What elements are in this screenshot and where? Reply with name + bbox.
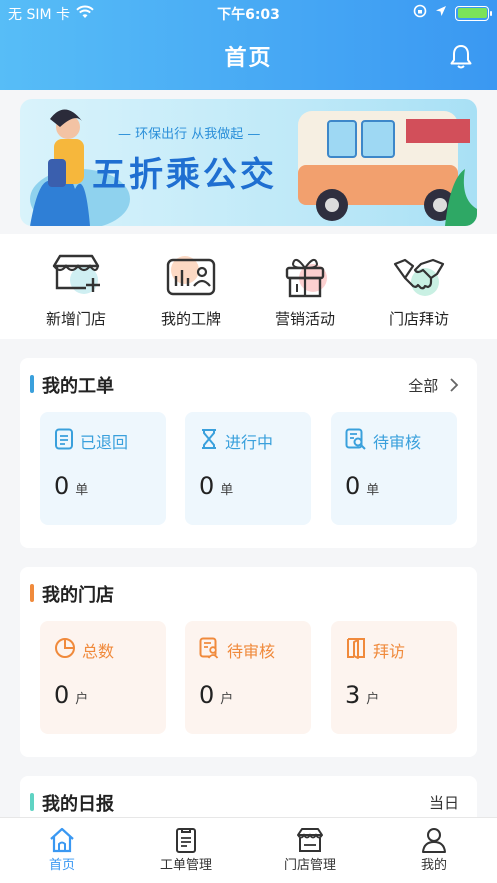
tab-label: 首页 <box>48 858 75 873</box>
tile-unit: 户 <box>220 692 234 707</box>
badge-icon <box>163 252 219 300</box>
tile-value: 0 <box>199 681 215 709</box>
tile-unit: 单 <box>220 483 234 498</box>
tile-label: 拜访 <box>373 642 406 661</box>
quick-action-label: 新增门店 <box>45 310 106 328</box>
tile-label: 进行中 <box>225 433 274 452</box>
tab-bar: 首页 工单管理 门店管理 我的 <box>0 817 497 883</box>
battery-icon <box>455 5 492 21</box>
tab-label: 我的 <box>420 858 447 873</box>
tile-value: 0 <box>54 681 70 709</box>
clipboard-icon <box>124 826 248 854</box>
home-icon <box>0 826 124 854</box>
pie-chart-icon <box>54 637 76 663</box>
stores-card: 我的门店 总数 0户 待审核 0户 拜访 3户 <box>20 567 477 757</box>
handshake-icon <box>391 252 447 300</box>
battery-fill <box>457 8 487 18</box>
section-accent-bar <box>30 584 34 602</box>
section-accent-bar <box>30 793 34 811</box>
store-tile-pending-review[interactable]: 待审核 0户 <box>185 621 311 734</box>
quick-action-marketing[interactable]: 营销活动 <box>250 252 360 329</box>
tile-unit: 单 <box>75 483 89 498</box>
add-store-icon <box>48 252 104 300</box>
header: 无 SIM 卡 下午6:03 首页 <box>0 0 497 90</box>
tile-value: 0 <box>54 472 70 500</box>
quick-actions: 新增门店 我的工牌 营销活动 门店拜访 <box>0 234 497 339</box>
tile-value: 0 <box>199 472 215 500</box>
orientation-lock-icon <box>413 4 427 22</box>
tile-unit: 户 <box>75 692 89 707</box>
chevron-right-icon <box>449 377 459 397</box>
tile-label: 待审核 <box>373 433 422 452</box>
tile-unit: 户 <box>366 692 380 707</box>
tile-value: 3 <box>345 681 361 709</box>
banner-headline: 五折乘公交 <box>92 155 277 195</box>
work-order-tile-in-progress[interactable]: 进行中 0单 <box>185 412 311 525</box>
tab-label: 工单管理 <box>159 858 212 873</box>
tile-label: 待审核 <box>227 642 276 661</box>
section-title: 我的门店 <box>42 585 114 606</box>
tile-label: 总数 <box>82 642 115 661</box>
tab-work-orders[interactable]: 工单管理 <box>124 826 248 873</box>
page-title: 首页 <box>224 46 273 71</box>
view-all-link[interactable]: 全部 <box>408 375 459 397</box>
store-tile-total[interactable]: 总数 0户 <box>40 621 166 734</box>
review-search-icon <box>345 428 367 454</box>
user-icon <box>372 826 496 854</box>
section-title: 我的工单 <box>42 376 114 397</box>
store-tile-visits[interactable]: 拜访 3户 <box>331 621 457 734</box>
promo-banner[interactable]: — 环保出行 从我做起 — 五折乘公交 <box>20 99 477 226</box>
hourglass-icon <box>199 428 219 454</box>
tab-profile[interactable]: 我的 <box>372 826 496 873</box>
view-all-label: 全部 <box>408 377 439 395</box>
store-icon <box>248 826 372 854</box>
work-orders-card: 我的工单 全部 已退回 0单 进行中 0单 待审核 0单 <box>20 358 477 548</box>
section-accent-bar <box>30 375 34 393</box>
quick-action-add-store[interactable]: 新增门店 <box>21 252 131 329</box>
quick-action-my-badge[interactable]: 我的工牌 <box>136 252 246 329</box>
tab-store-management[interactable]: 门店管理 <box>248 826 372 873</box>
status-bar: 无 SIM 卡 下午6:03 <box>0 0 497 24</box>
daily-filter-today[interactable]: 当日 <box>429 792 459 813</box>
quick-action-store-visit[interactable]: 门店拜访 <box>364 252 474 329</box>
tile-label: 已退回 <box>80 433 129 452</box>
gift-icon <box>277 252 333 300</box>
quick-action-label: 我的工牌 <box>160 310 221 328</box>
section-title: 我的日报 <box>42 794 114 815</box>
work-order-tile-pending-review[interactable]: 待审核 0单 <box>331 412 457 525</box>
document-icon <box>54 428 74 454</box>
door-icon <box>345 637 367 663</box>
quick-action-label: 门店拜访 <box>388 310 449 328</box>
location-icon <box>435 5 447 21</box>
tile-value: 0 <box>345 472 361 500</box>
tab-label: 门店管理 <box>283 858 336 873</box>
banner-slogan: — 环保出行 从我做起 — <box>118 127 261 142</box>
bell-icon[interactable] <box>449 44 473 74</box>
tab-home[interactable]: 首页 <box>0 826 124 873</box>
quick-action-label: 营销活动 <box>274 310 335 328</box>
tile-unit: 单 <box>366 483 380 498</box>
work-order-tile-returned[interactable]: 已退回 0单 <box>40 412 166 525</box>
review-person-icon <box>199 637 221 663</box>
